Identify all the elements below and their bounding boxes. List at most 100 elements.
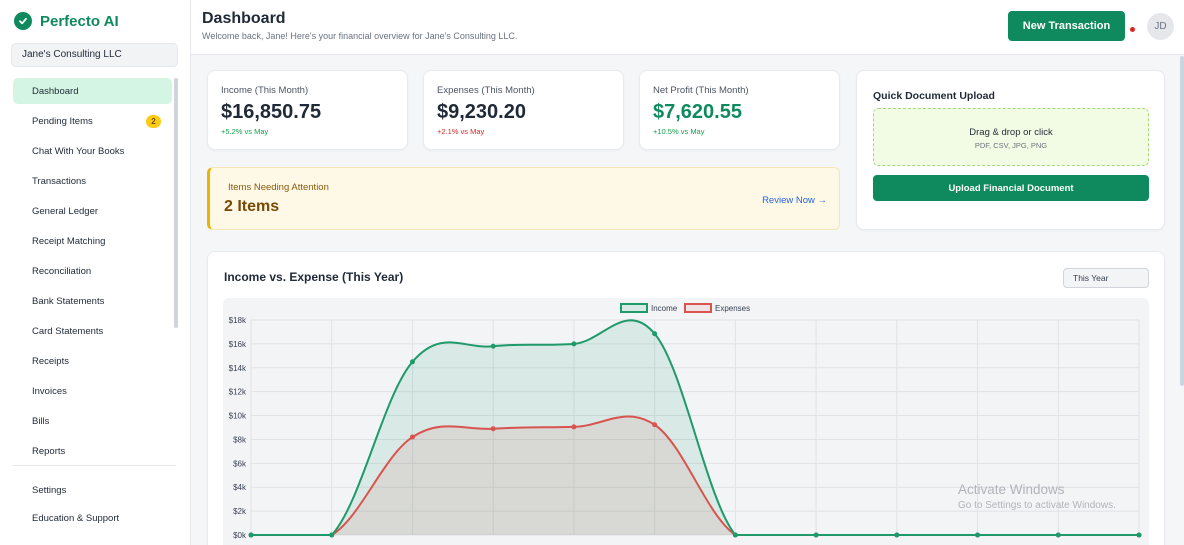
y-tick-label: $6k <box>233 459 247 468</box>
activate-windows-watermark: Activate Windows Go to Settings to activ… <box>958 482 1116 511</box>
data-point-income <box>409 359 415 365</box>
check-circle-icon <box>14 12 32 30</box>
chart-title: Income vs. Expense (This Year) <box>224 270 404 284</box>
sidebar-item-label: Card Statements <box>32 325 104 337</box>
data-point-income <box>652 331 658 337</box>
kpi-value: $7,620.55 <box>653 101 742 123</box>
data-point-income <box>248 532 254 538</box>
sidebar-item-label: Dashboard <box>32 85 79 97</box>
kpi-card-income: Income (This Month) $16,850.75 +5.2% vs … <box>207 70 408 150</box>
data-point-income <box>490 343 496 349</box>
pending-count-badge: 2 <box>146 114 161 128</box>
sidebar-item-reports[interactable]: Reports <box>13 438 172 464</box>
kpi-value: $9,230.20 <box>437 101 526 123</box>
y-tick-label: $10k <box>229 412 247 421</box>
data-point-expenses <box>652 422 658 428</box>
y-tick-label: $16k <box>229 340 247 349</box>
sidebar-item-pending-items[interactable]: Pending Items 2 <box>13 108 172 134</box>
sidebar-item-label: Chat With Your Books <box>32 145 125 157</box>
kpi-label: Net Profit (This Month) <box>653 85 749 96</box>
sidebar-divider <box>13 465 176 466</box>
sidebar-item-bank-statements[interactable]: Bank Statements <box>13 288 172 314</box>
sidebar-item-label: Settings <box>32 484 67 496</box>
sidebar-item-label: Invoices <box>32 385 67 397</box>
page-title: Dashboard <box>202 10 286 27</box>
avatar[interactable]: JD <box>1147 13 1174 40</box>
watermark-subtitle: Go to Settings to activate Windows. <box>958 500 1116 511</box>
sidebar-item-label: Reports <box>32 445 66 457</box>
upload-document-button[interactable]: Upload Financial Document <box>873 175 1149 201</box>
new-transaction-button[interactable]: New Transaction <box>1008 11 1125 41</box>
data-point-income <box>894 532 900 538</box>
watermark-title: Activate Windows <box>958 482 1065 497</box>
sidebar-item-invoices[interactable]: Invoices <box>13 378 172 404</box>
sidebar-item-chat-with-your-books[interactable]: Chat With Your Books <box>13 138 172 164</box>
sidebar-item-receipt-matching[interactable]: Receipt Matching <box>13 228 172 254</box>
sidebar-item-label: Education & Support <box>32 512 120 524</box>
page-subtitle: Welcome back, Jane! Here's your financia… <box>202 31 518 41</box>
data-point-expenses <box>490 426 496 432</box>
company-selector[interactable]: Jane's Consulting LLC <box>11 43 178 67</box>
period-select[interactable]: This Year <box>1063 268 1149 288</box>
y-tick-label: $2k <box>233 507 247 516</box>
attention-count: 2 Items <box>224 198 280 215</box>
brand-name: Perfecto AI <box>40 12 119 30</box>
top-bar: Dashboard Welcome back, Jane! Here's you… <box>191 0 1184 55</box>
sidebar-item-general-ledger[interactable]: General Ledger <box>13 198 172 224</box>
data-point-income <box>1055 532 1061 538</box>
kpi-delta: +5.2% vs May <box>221 127 269 136</box>
legend-swatch-income <box>620 303 648 313</box>
notification-dot <box>1130 27 1135 32</box>
upload-title: Quick Document Upload <box>873 90 995 102</box>
kpi-delta: +2.1% vs May <box>437 127 485 136</box>
data-point-income <box>329 532 335 538</box>
y-tick-label: $14k <box>229 364 247 373</box>
data-point-income <box>732 532 738 538</box>
sidebar-nav: Dashboard Pending Items 2 Chat With Your … <box>13 78 172 468</box>
legend-swatch-expenses <box>684 303 712 313</box>
y-tick-label: $18k <box>229 316 247 325</box>
y-tick-label: $8k <box>233 435 247 444</box>
sidebar-item-bills[interactable]: Bills <box>13 408 172 434</box>
kpi-label: Expenses (This Month) <box>437 85 535 96</box>
y-tick-label: $4k <box>233 483 247 492</box>
brand[interactable]: Perfecto AI <box>14 12 119 30</box>
review-now-link[interactable]: Review Now → <box>762 195 827 206</box>
sidebar-item-label: Transactions <box>32 175 87 187</box>
sidebar-item-card-statements[interactable]: Card Statements <box>13 318 172 344</box>
sidebar-item-dashboard[interactable]: Dashboard <box>13 78 172 104</box>
attention-label: Items Needing Attention <box>228 182 329 193</box>
drop-zone[interactable]: Drag & drop or click PDF, CSV, JPG, PNG <box>873 108 1149 166</box>
drop-zone-formats: PDF, CSV, JPG, PNG <box>974 141 1048 150</box>
sidebar-item-label: General Ledger <box>32 205 99 217</box>
sidebar-item-label: Receipt Matching <box>32 235 106 247</box>
data-point-expenses <box>409 434 415 440</box>
sidebar-bottom-nav: Settings Education & Support <box>13 477 172 533</box>
sidebar-scrollbar[interactable] <box>174 78 178 328</box>
sidebar-item-transactions[interactable]: Transactions <box>13 168 172 194</box>
data-point-expenses <box>571 424 577 430</box>
legend-label: Expenses <box>715 304 750 313</box>
sidebar-item-settings[interactable]: Settings <box>13 477 172 503</box>
sidebar: Perfecto AI Jane's Consulting LLC Dashbo… <box>0 0 191 545</box>
sidebar-item-reconciliation[interactable]: Reconciliation <box>13 258 172 284</box>
data-point-income <box>571 341 577 347</box>
kpi-card-expenses: Expenses (This Month) $9,230.20 +2.1% vs… <box>423 70 624 150</box>
sidebar-item-label: Bills <box>32 415 50 427</box>
kpi-delta: +10.5% vs May <box>653 127 705 136</box>
attention-card: Items Needing Attention 2 Items Review N… <box>207 167 840 230</box>
sidebar-item-receipts[interactable]: Receipts <box>13 348 172 374</box>
drop-zone-text: Drag & drop or click <box>969 127 1053 138</box>
data-point-income <box>1136 532 1142 538</box>
kpi-card-net-profit: Net Profit (This Month) $7,620.55 +10.5%… <box>639 70 840 150</box>
sidebar-item-label: Reconciliation <box>32 265 92 277</box>
sidebar-item-label: Pending Items <box>32 115 93 127</box>
legend-label: Income <box>651 304 678 313</box>
sidebar-item-label: Bank Statements <box>32 295 105 307</box>
window-scrollbar[interactable] <box>1180 56 1184 386</box>
y-tick-label: $0k <box>233 531 247 540</box>
sidebar-item-education-support[interactable]: Education & Support <box>13 505 172 531</box>
y-tick-label: $12k <box>229 388 247 397</box>
kpi-label: Income (This Month) <box>221 85 309 96</box>
data-point-income <box>975 532 981 538</box>
